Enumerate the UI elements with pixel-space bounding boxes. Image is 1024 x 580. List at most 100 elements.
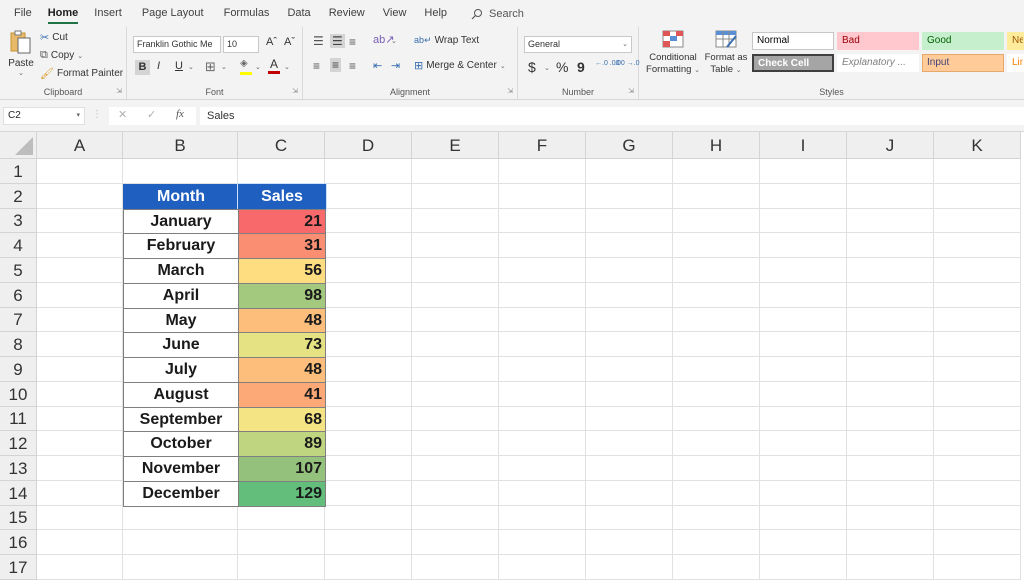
cell[interactable] — [325, 159, 412, 184]
cell[interactable] — [934, 530, 1021, 555]
cell[interactable] — [412, 283, 499, 308]
cell[interactable] — [412, 184, 499, 209]
cell[interactable] — [325, 481, 412, 506]
cell[interactable] — [412, 233, 499, 258]
cell[interactable] — [673, 431, 760, 456]
cell[interactable] — [934, 308, 1021, 332]
borders-dropdown-icon[interactable]: ⌄ — [221, 63, 227, 71]
cell[interactable] — [412, 555, 499, 580]
paste-dropdown-icon[interactable]: ⌄ — [6, 69, 36, 77]
style-neutral[interactable]: Ne — [1007, 32, 1024, 50]
month-cell[interactable]: March — [123, 258, 239, 284]
merge-dropdown-icon[interactable]: ⌄ — [500, 62, 506, 70]
cell[interactable] — [760, 233, 847, 258]
cell[interactable] — [412, 308, 499, 332]
font-launcher-icon[interactable]: ⇲ — [292, 87, 298, 95]
cell[interactable] — [37, 233, 123, 258]
header-month[interactable]: Month — [123, 184, 239, 210]
month-cell[interactable]: December — [123, 481, 239, 507]
cell[interactable] — [673, 456, 760, 481]
sales-cell[interactable]: 41 — [238, 382, 326, 408]
month-cell[interactable]: July — [123, 357, 239, 383]
number-format-select[interactable]: General ⌄ — [524, 36, 632, 53]
cell[interactable] — [934, 481, 1021, 506]
cell[interactable] — [760, 530, 847, 555]
sales-cell[interactable]: 89 — [238, 431, 326, 457]
cell[interactable] — [934, 357, 1021, 382]
month-cell[interactable]: October — [123, 431, 239, 457]
fill-color-button[interactable]: ◈ — [240, 58, 252, 76]
cell[interactable] — [673, 357, 760, 382]
column-header-k[interactable]: K — [934, 132, 1021, 159]
underline-button[interactable]: U — [175, 60, 183, 72]
column-header-c[interactable]: C — [238, 132, 325, 159]
cell[interactable] — [847, 332, 934, 357]
name-box-dropdown-icon[interactable]: ▾ — [76, 108, 80, 124]
column-header-g[interactable]: G — [586, 132, 673, 159]
name-box[interactable]: C2 ▾ — [3, 107, 85, 125]
cell[interactable] — [499, 456, 586, 481]
cell[interactable] — [586, 233, 673, 258]
style-explanatory[interactable]: Explanatory ... — [837, 54, 919, 72]
cell[interactable] — [760, 332, 847, 357]
cell[interactable] — [37, 283, 123, 308]
alignment-launcher-icon[interactable]: ⇲ — [507, 87, 513, 95]
cell[interactable] — [847, 506, 934, 530]
cell[interactable] — [123, 506, 238, 530]
month-cell[interactable]: January — [123, 209, 239, 234]
row-header-5[interactable]: 5 — [0, 258, 37, 283]
cell[interactable] — [586, 407, 673, 431]
cell[interactable] — [37, 357, 123, 382]
cell[interactable] — [412, 530, 499, 555]
cell[interactable] — [499, 332, 586, 357]
cell[interactable] — [673, 382, 760, 407]
merge-center-button[interactable]: ⊞ Merge & Center ⌄ — [414, 59, 506, 72]
cell[interactable] — [847, 184, 934, 209]
tab-data[interactable]: Data — [277, 0, 318, 27]
column-header-d[interactable]: D — [325, 132, 412, 159]
cell[interactable] — [586, 332, 673, 357]
row-header-1[interactable]: 1 — [0, 159, 37, 184]
cell[interactable] — [673, 308, 760, 332]
cell[interactable] — [586, 308, 673, 332]
cell[interactable] — [499, 308, 586, 332]
paste-button[interactable]: Paste ⌄ — [6, 29, 36, 77]
orientation-dropdown-icon[interactable]: ⌄ — [391, 37, 397, 45]
cell[interactable] — [673, 506, 760, 530]
font-size-select[interactable]: 10 — [223, 36, 259, 53]
cell[interactable] — [325, 431, 412, 456]
cell[interactable] — [847, 555, 934, 580]
format-painter-button[interactable]: 🖌 Format Painter — [40, 67, 123, 80]
cell[interactable] — [412, 506, 499, 530]
cell[interactable] — [499, 555, 586, 580]
cell[interactable] — [673, 332, 760, 357]
cell[interactable] — [934, 332, 1021, 357]
font-color-button[interactable]: A — [268, 57, 280, 75]
sales-cell[interactable]: 129 — [238, 481, 326, 507]
cell[interactable] — [325, 258, 412, 283]
cell[interactable] — [37, 530, 123, 555]
italic-button[interactable]: I — [157, 60, 160, 72]
sales-cell[interactable]: 48 — [238, 357, 326, 383]
cell[interactable] — [847, 530, 934, 555]
cell[interactable] — [499, 233, 586, 258]
style-check-cell[interactable]: Check Cell — [752, 54, 834, 72]
cell[interactable] — [325, 184, 412, 209]
enter-icon[interactable]: ✓ — [147, 108, 156, 121]
increase-decimal-button[interactable]: ←.0 .00 — [595, 60, 620, 67]
cell[interactable] — [499, 506, 586, 530]
cell[interactable] — [934, 407, 1021, 431]
fill-dropdown-icon[interactable]: ⌄ — [255, 63, 261, 71]
cell[interactable] — [586, 506, 673, 530]
row-header-2[interactable]: 2 — [0, 184, 37, 209]
column-header-a[interactable]: A — [37, 132, 123, 159]
month-cell[interactable]: November — [123, 456, 239, 482]
cell[interactable] — [412, 159, 499, 184]
cell[interactable] — [934, 382, 1021, 407]
cell[interactable] — [847, 431, 934, 456]
comma-button[interactable]: 9 — [577, 59, 585, 75]
cell[interactable] — [499, 357, 586, 382]
cell[interactable] — [325, 407, 412, 431]
row-header-9[interactable]: 9 — [0, 357, 37, 382]
cell[interactable] — [760, 308, 847, 332]
